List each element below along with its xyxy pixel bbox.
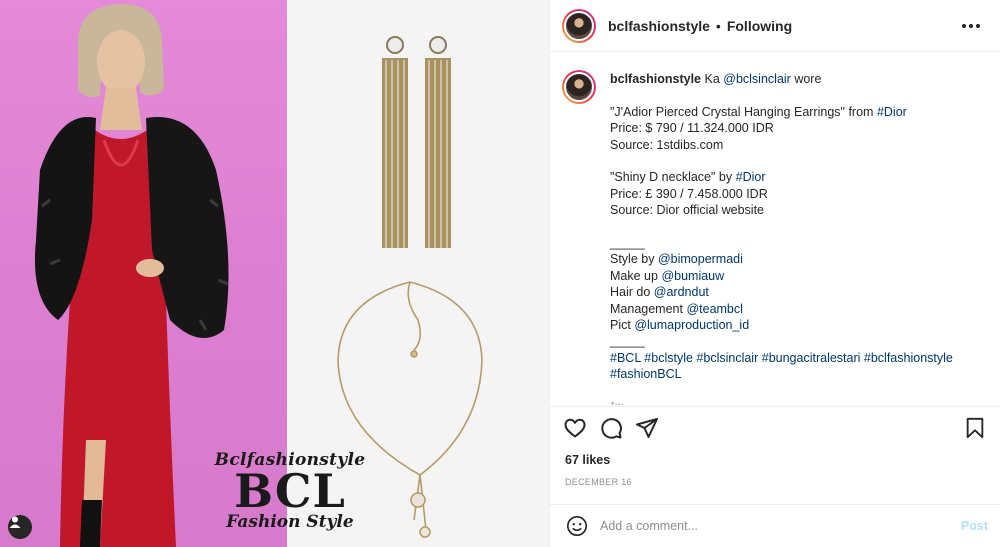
mention-makeup[interactable]: @bumiauw — [661, 269, 724, 283]
credit-label: Management — [610, 301, 683, 316]
tagged-users-button[interactable] — [8, 515, 32, 539]
more-dots-icon — [962, 23, 966, 28]
item2-name: "Shiny D necklace" by — [610, 170, 733, 185]
hashtag[interactable]: #fashionBCL — [610, 367, 682, 381]
divider: _____ — [610, 236, 645, 251]
caption-username[interactable]: bclfashionstyle — [610, 72, 701, 86]
bcl-watermark-logo: Bclfashionstyle BCL Fashion Style — [210, 450, 370, 532]
add-comment-bar: Post — [550, 504, 1000, 547]
caption-avatar[interactable] — [562, 70, 596, 104]
hashtag[interactable]: #bclsinclair — [696, 351, 758, 365]
following-button[interactable]: Following — [727, 18, 792, 34]
caption-area: bclfashionstyle Ka @bclsinclair wore "J'… — [550, 52, 1000, 405]
like-button[interactable] — [562, 415, 588, 441]
save-button[interactable] — [962, 415, 988, 441]
item1-price: Price: $ 790 / 11.324.000 IDR — [610, 121, 774, 136]
post-button[interactable]: Post — [961, 519, 988, 533]
avatar[interactable] — [562, 8, 596, 43]
item1-name: "J'Adior Pierced Crystal Hanging Earring… — [610, 104, 874, 119]
caption-text: bclfashionstyle Ka @bclsinclair wore "J'… — [610, 70, 980, 405]
likes-count[interactable]: 67 likes — [565, 453, 610, 467]
mention-stylist[interactable]: @bimopermadi — [658, 252, 743, 266]
caption-timestamp[interactable]: 1w — [610, 399, 980, 405]
hashtag-dior[interactable]: #Dior — [877, 105, 907, 119]
caption-intro: Ka — [704, 72, 720, 86]
more-options-button[interactable] — [958, 20, 984, 32]
divider: _____ — [610, 334, 645, 349]
post-image[interactable]: Bclfashionstyle BCL Fashion Style — [0, 0, 549, 547]
hashtag[interactable]: #BCL — [610, 351, 641, 365]
watermark-bottom: Fashion Style — [226, 512, 354, 532]
hashtag[interactable]: #bclstyle — [644, 351, 693, 365]
post-header: bclfashionstyle • Following — [550, 0, 1000, 52]
comment-input[interactable] — [600, 519, 961, 533]
share-icon — [636, 417, 658, 438]
header-username[interactable]: bclfashionstyle — [608, 18, 710, 34]
mention-photographer[interactable]: @lumaproduction_id — [634, 318, 749, 332]
hashtag-dior[interactable]: #Dior — [736, 170, 766, 184]
post-date[interactable]: DECEMBER 16 — [565, 477, 632, 487]
item1-source: Source: 1stdibs.com — [610, 137, 724, 152]
header-separator: • — [715, 17, 721, 34]
heart-icon — [564, 418, 586, 437]
comment-button[interactable] — [598, 415, 624, 441]
model-figure — [34, 4, 229, 547]
bookmark-icon — [966, 417, 984, 438]
comment-icon — [601, 417, 622, 439]
credit-label: Style by — [610, 252, 655, 267]
mention-management[interactable]: @teambcl — [686, 302, 742, 316]
hashtag[interactable]: #bungacitralestari — [762, 351, 861, 365]
user-icon — [9, 516, 21, 528]
credit-label: Make up — [610, 268, 658, 283]
watermark-bcl: BCL — [234, 464, 346, 518]
share-button[interactable] — [634, 415, 660, 441]
caption-intro-suffix: wore — [794, 72, 822, 86]
emoji-icon[interactable] — [566, 515, 588, 537]
item2-source: Source: Dior official website — [610, 203, 765, 218]
post-sidebar: bclfashionstyle • Following bclfashionst… — [549, 0, 1000, 547]
credit-label: Pict — [610, 318, 631, 333]
mention-bclsinclair[interactable]: @bclsinclair — [723, 72, 791, 86]
caption: bclfashionstyle Ka @bclsinclair wore "J'… — [562, 70, 984, 405]
mention-hair[interactable]: @ardndut — [654, 285, 709, 299]
credit-label: Hair do — [610, 285, 651, 300]
earrings-product — [382, 36, 451, 248]
hashtag[interactable]: #bclfashionstyle — [864, 351, 953, 365]
action-bar — [550, 406, 1000, 448]
item2-price: Price: £ 390 / 7.458.000 IDR — [610, 186, 768, 201]
